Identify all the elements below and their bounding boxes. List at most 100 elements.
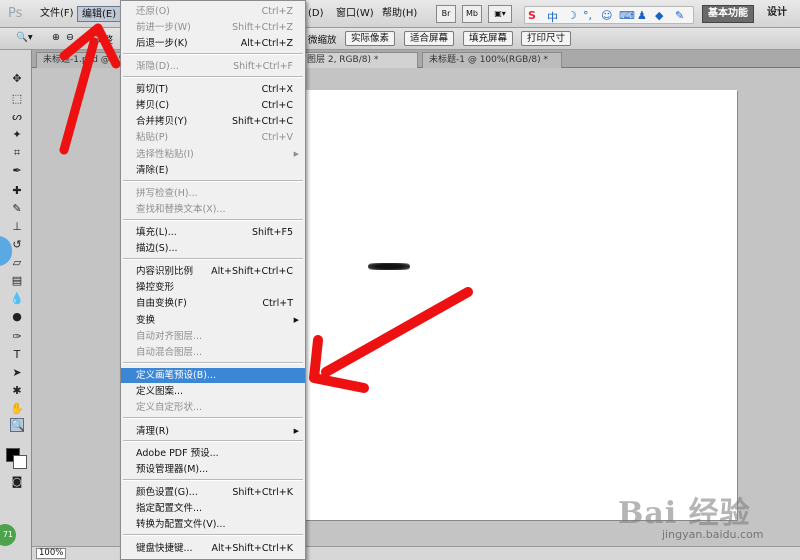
menu-window[interactable]: 窗口(W) <box>332 6 378 22</box>
edit-menu-item[interactable]: 查找和替换文本(X)... <box>121 202 305 217</box>
ime-toolbar[interactable]: S 中 ☽ °, ☺ ⌨ ♟ ◆ ✎ <box>524 6 694 24</box>
edit-menu-item[interactable]: 定义图案... <box>121 384 305 399</box>
blur-tool-icon[interactable]: 💧 <box>10 292 24 306</box>
history-brush-icon[interactable]: ↺ <box>10 238 24 252</box>
menu-item-label: 变换 <box>136 315 156 326</box>
type-tool-icon[interactable]: T <box>10 348 24 362</box>
menu-item-shortcut: Alt+Shift+Ctrl+C <box>211 266 293 277</box>
punctuation-icon[interactable]: °, <box>583 9 592 22</box>
crop-tool-icon[interactable]: ⌗ <box>10 146 24 160</box>
eyedropper-icon[interactable]: ✒ <box>10 164 24 178</box>
edit-menu-item[interactable]: 清除(E) <box>121 163 305 178</box>
user-icon[interactable]: ♟ <box>637 9 647 22</box>
edit-menu-item[interactable]: 渐隐(D)... Shift+Ctrl+F <box>121 59 305 74</box>
quick-mask-icon[interactable]: ◙ <box>10 475 24 489</box>
menu-help[interactable]: 帮助(H) <box>378 6 421 22</box>
pen-tool-icon[interactable]: ✑ <box>10 330 24 344</box>
shirt-icon[interactable]: ◆ <box>655 9 663 22</box>
magic-wand-icon[interactable]: ✦ <box>10 128 24 142</box>
tab-document-3[interactable]: 未标题-1 @ 100%(RGB/8) * <box>422 52 562 68</box>
edit-menu-item[interactable]: 合并拷贝(Y) Shift+Ctrl+C <box>121 114 305 129</box>
shape-tool-icon[interactable]: ✱ <box>10 384 24 398</box>
hand-tool-icon[interactable]: ✋ <box>10 402 24 416</box>
sogou-icon[interactable]: S <box>528 9 536 22</box>
edit-menu-item[interactable]: 描边(S)... <box>121 241 305 256</box>
edit-menu-item[interactable]: 定义自定形状... <box>121 400 305 415</box>
edit-menu-item[interactable]: 颜色设置(G)... Shift+Ctrl+K <box>121 485 305 500</box>
document-canvas[interactable] <box>305 90 737 520</box>
menu-file[interactable]: 文件(F) <box>36 6 78 22</box>
edit-menu-item[interactable]: 选择性粘贴(I) ▶ <box>121 147 305 162</box>
edit-menu-item[interactable]: 操控变形 <box>121 280 305 295</box>
menu-item-label: 指定配置文件... <box>136 503 203 514</box>
tab-document-1[interactable]: 未标题-1.psd @ 55... <box>36 52 122 68</box>
edit-menu-item[interactable]: 填充(L)... Shift+F5 <box>121 225 305 240</box>
menu-edit[interactable]: 编辑(E) <box>77 6 122 22</box>
menu-layer-partial[interactable]: (D) <box>304 6 328 22</box>
menu-item-shortcut: Shift+Ctrl+Z <box>232 22 293 33</box>
bridge-button[interactable]: Br <box>436 5 456 23</box>
menu-separator <box>123 417 303 419</box>
edit-menu-item[interactable]: 转换为配置文件(V)... <box>121 517 305 532</box>
gradient-tool-icon[interactable]: ▤ <box>10 274 24 288</box>
edit-menu-item[interactable]: 还原(O) Ctrl+Z <box>121 4 305 19</box>
brush-tool-icon[interactable]: ✎ <box>10 202 24 216</box>
menu-separator <box>123 180 303 182</box>
clone-stamp-icon[interactable]: ⊥ <box>10 220 24 234</box>
edit-menu-item[interactable]: 清理(R) ▶ <box>121 424 305 439</box>
keyboard-icon[interactable]: ⌨ <box>619 9 635 22</box>
menu-item-label: 预设管理器(M)... <box>136 464 209 475</box>
menu-item-shortcut: Shift+Ctrl+F <box>233 61 293 72</box>
zoom-in-icon[interactable]: ⊕ <box>52 32 60 43</box>
fill-screen-button[interactable]: 填充屏幕 <box>463 31 514 46</box>
background-color-swatch[interactable] <box>13 455 27 469</box>
screen-mode-icon[interactable]: ▣▾ <box>488 5 512 23</box>
edit-menu-item[interactable]: 拼写检查(H)... <box>121 186 305 201</box>
actual-pixels-button[interactable]: 实际像素 <box>345 31 396 46</box>
menu-item-label: 后退一步(K) <box>136 38 188 49</box>
edit-menu-item[interactable]: 后退一步(K) Alt+Ctrl+Z <box>121 36 305 51</box>
healing-brush-icon[interactable]: ✚ <box>10 184 24 198</box>
edit-menu-item[interactable]: 定义画笔预设(B)... <box>121 368 305 383</box>
lasso-tool-icon[interactable]: ᔕ <box>10 110 24 124</box>
marquee-tool-icon[interactable]: ⬚ <box>10 92 24 106</box>
workspace-design-button[interactable]: 设计 <box>762 5 792 23</box>
menu-item-label: 合并拷贝(Y) <box>136 116 188 127</box>
menu-item-label: 填充(L)... <box>136 227 177 238</box>
edit-menu-item[interactable]: 自由变换(F) Ctrl+T <box>121 296 305 311</box>
zoom-level-field[interactable]: 100% <box>36 548 66 559</box>
edit-menu-item[interactable]: 剪切(T) Ctrl+X <box>121 82 305 97</box>
edit-menu-item[interactable]: 键盘快捷键... Alt+Shift+Ctrl+K <box>121 541 305 556</box>
menu-item-label: 自动混合图层... <box>136 347 203 358</box>
edit-menu-item[interactable]: 粘贴(P) Ctrl+V <box>121 130 305 145</box>
menu-item-label: 定义自定形状... <box>136 402 203 413</box>
zoom-tool-icon[interactable]: 🔍 <box>10 418 25 432</box>
edit-menu-item[interactable]: 内容识别比例 Alt+Shift+Ctrl+C <box>121 264 305 279</box>
tab-document-2[interactable]: 图层 2, RGB/8) * <box>300 52 418 68</box>
zoom-tool-icon[interactable]: 🔍▾ <box>16 32 33 43</box>
path-select-icon[interactable]: ➤ <box>10 366 24 380</box>
edit-menu-item[interactable]: 预设管理器(M)... <box>121 462 305 477</box>
edit-menu-item[interactable]: Adobe PDF 预设... <box>121 446 305 461</box>
edit-menu-item[interactable]: 变换 ▶ <box>121 313 305 328</box>
print-size-button[interactable]: 打印尺寸 <box>521 31 572 46</box>
moon-icon[interactable]: ☽ <box>567 9 577 22</box>
menu-item-label: 自动对齐图层... <box>136 331 203 342</box>
ime-language-label[interactable]: 中 <box>547 9 558 25</box>
zoom-out-icon[interactable]: ⊖ <box>66 32 74 43</box>
workspace-basic-button[interactable]: 基本功能 <box>702 5 754 23</box>
edit-menu-item[interactable]: 前进一步(W) Shift+Ctrl+Z <box>121 20 305 35</box>
edit-menu-item[interactable]: 自动对齐图层... <box>121 329 305 344</box>
mini-bridge-button[interactable]: Mb <box>462 5 482 23</box>
edit-menu-item[interactable]: 拷贝(C) Ctrl+C <box>121 98 305 113</box>
edit-menu-item[interactable]: 自动混合图层... <box>121 345 305 360</box>
edit-menu-item[interactable]: 指定配置文件... <box>121 501 305 516</box>
fit-screen-button[interactable]: 适合屏幕 <box>404 31 455 46</box>
menu-separator <box>123 440 303 442</box>
tools-icon[interactable]: ✎ <box>675 9 684 22</box>
move-tool-icon[interactable]: ✥ <box>10 72 24 86</box>
eraser-tool-icon[interactable]: ▱ <box>10 256 24 270</box>
tools-panel: ✥ ⬚ ᔕ ✦ ⌗ ✒ ✚ ✎ ⊥ ↺ ▱ ▤ 💧 ● ✑ T ➤ ✱ ✋ 🔍 … <box>0 50 32 560</box>
dodge-tool-icon[interactable]: ● <box>10 310 24 324</box>
smiley-icon[interactable]: ☺ <box>601 9 612 22</box>
